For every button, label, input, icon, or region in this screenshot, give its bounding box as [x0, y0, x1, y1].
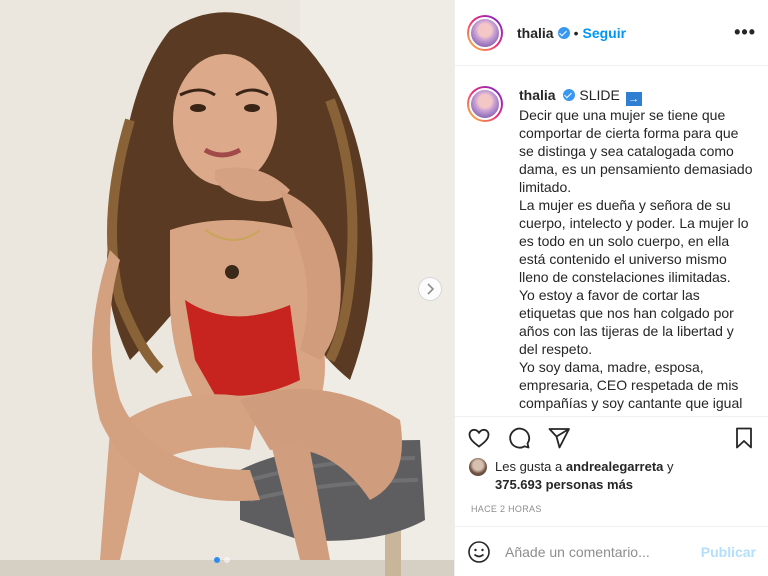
liker-avatar[interactable]: [469, 458, 487, 476]
verified-icon: [557, 26, 570, 39]
publish-button[interactable]: Publicar: [701, 544, 756, 560]
heart-icon[interactable]: [467, 426, 491, 450]
post-media[interactable]: [0, 0, 454, 576]
likes-prefix: Les gusta a: [495, 459, 563, 474]
more-options-button[interactable]: •••: [734, 22, 756, 43]
header-separator: •: [573, 24, 579, 41]
avatar[interactable]: [467, 14, 503, 51]
verified-icon: [563, 89, 576, 101]
instagram-post: thalia • Seguir ••• thalia SLIDE → Decir…: [0, 0, 768, 576]
share-icon[interactable]: [547, 426, 571, 450]
comment-form: Publicar: [455, 526, 768, 576]
action-bar: [455, 416, 768, 458]
bookmark-icon[interactable]: [732, 426, 756, 450]
caption-avatar[interactable]: [467, 86, 503, 122]
carousel-dot: [224, 557, 230, 563]
likes-conj: y: [667, 459, 674, 474]
comment-input[interactable]: [505, 543, 701, 560]
header-username[interactable]: thalia: [517, 25, 554, 41]
follow-button[interactable]: Seguir: [582, 25, 626, 41]
caption-username[interactable]: thalia: [519, 87, 556, 103]
caption-text: Decir que una mujer se tiene que comport…: [519, 107, 753, 416]
post-sidebar: thalia • Seguir ••• thalia SLIDE → Decir…: [454, 0, 768, 576]
carousel-next-button[interactable]: [418, 277, 442, 301]
comment-icon[interactable]: [507, 426, 531, 450]
likes-count[interactable]: 375.693 personas más: [495, 477, 633, 492]
likes-text: Les gusta a andrealegarreta y 375.693 pe…: [495, 458, 674, 494]
comments-area[interactable]: thalia SLIDE → Decir que una mujer se ti…: [455, 66, 768, 416]
carousel-dot: [214, 557, 220, 563]
post-header: thalia • Seguir •••: [455, 0, 768, 66]
post-photo: [0, 0, 454, 576]
post-timestamp[interactable]: HACE 2 HORAS: [455, 496, 768, 526]
caption-lead: SLIDE: [579, 87, 620, 103]
liker-username[interactable]: andrealegarreta: [566, 459, 664, 474]
caption: thalia SLIDE → Decir que una mujer se ti…: [519, 86, 754, 416]
emoji-icon[interactable]: [467, 540, 491, 564]
likes-summary: Les gusta a andrealegarreta y 375.693 pe…: [455, 458, 768, 496]
chevron-right-icon: [427, 283, 435, 295]
carousel-indicator: [214, 557, 230, 563]
arrow-right-icon: →: [625, 92, 642, 106]
